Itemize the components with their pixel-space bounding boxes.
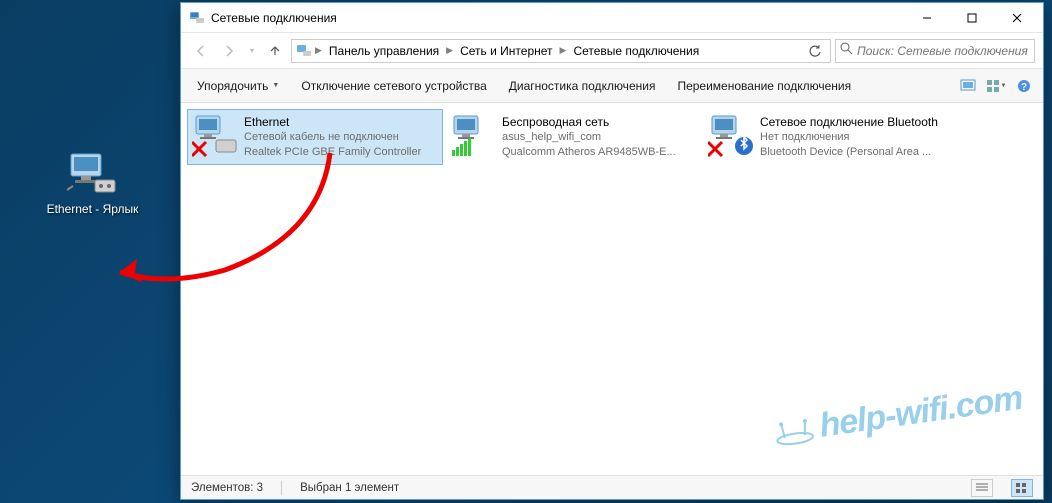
- minimize-button[interactable]: [904, 4, 949, 32]
- command-bar: Упорядочить▼ Отключение сетевого устройс…: [181, 69, 1043, 103]
- content-area[interactable]: Ethernet Сетевой кабель не подключен Rea…: [181, 103, 1043, 475]
- search-icon: [840, 42, 853, 60]
- refresh-button[interactable]: [804, 44, 826, 58]
- chevron-right-icon[interactable]: ▶: [445, 45, 454, 56]
- close-button[interactable]: [994, 4, 1039, 32]
- back-button[interactable]: [189, 39, 213, 63]
- ethernet-icon: [192, 114, 240, 158]
- item-device: Bluetooth Device (Personal Area ...: [760, 145, 954, 160]
- network-item-wifi[interactable]: Беспроводная сеть asus_help_wifi_com Qua…: [445, 109, 701, 165]
- item-device: Realtek PCIe GBE Family Controller: [244, 145, 438, 160]
- desktop-shortcut-ethernet[interactable]: Ethernet - Ярлык: [45, 150, 140, 216]
- watermark: help-wifi.com: [771, 379, 1024, 452]
- address-bar-row: ▾ ▶ Панель управления ▶ Сеть и Интернет …: [181, 33, 1043, 69]
- search-box[interactable]: [835, 39, 1035, 63]
- shortcut-label: Ethernet - Ярлык: [45, 202, 140, 216]
- breadcrumb-segment[interactable]: Сеть и Интернет: [456, 42, 556, 60]
- organize-button[interactable]: Упорядочить▼: [187, 75, 289, 97]
- diagnose-button[interactable]: Диагностика подключения: [499, 75, 666, 97]
- titlebar[interactable]: Сетевые подключения: [181, 3, 1043, 33]
- up-button[interactable]: [263, 39, 287, 63]
- explorer-window: Сетевые подключения ▾ ▶ Панель управлени…: [180, 2, 1044, 500]
- details-view-button[interactable]: [971, 479, 993, 497]
- change-view-button[interactable]: ▼: [983, 74, 1009, 98]
- address-bar[interactable]: ▶ Панель управления ▶ Сеть и Интернет ▶ …: [291, 39, 831, 63]
- network-adapter-icon: [65, 150, 121, 198]
- view-status-button[interactable]: [955, 74, 981, 98]
- maximize-button[interactable]: [949, 4, 994, 32]
- rename-button[interactable]: Переименование подключения: [667, 75, 861, 97]
- item-name: Сетевое подключение Bluetooth: [760, 115, 954, 130]
- search-input[interactable]: [857, 44, 1030, 58]
- help-button[interactable]: ?: [1011, 74, 1037, 98]
- network-item-bluetooth[interactable]: Сетевое подключение Bluetooth Нет подклю…: [703, 109, 959, 165]
- breadcrumb-segment[interactable]: Сетевые подключения: [569, 42, 703, 60]
- item-name: Ethernet: [244, 115, 438, 130]
- wifi-icon: [450, 114, 498, 158]
- breadcrumb-segment[interactable]: Панель управления: [325, 42, 443, 60]
- chevron-right-icon[interactable]: ▶: [314, 45, 323, 56]
- item-status: Сетевой кабель не подключен: [244, 130, 438, 145]
- bluetooth-icon: [708, 114, 756, 158]
- tiles-view-button[interactable]: [1011, 479, 1033, 497]
- item-status: Нет подключения: [760, 130, 954, 145]
- network-item-ethernet[interactable]: Ethernet Сетевой кабель не подключен Rea…: [187, 109, 443, 165]
- window-title: Сетевые подключения: [211, 11, 904, 25]
- svg-text:?: ?: [1021, 82, 1027, 93]
- chevron-right-icon[interactable]: ▶: [559, 45, 568, 56]
- selection-count: Выбран 1 элемент: [300, 482, 399, 494]
- item-status: asus_help_wifi_com: [502, 130, 696, 145]
- history-dropdown[interactable]: ▾: [245, 39, 259, 63]
- location-icon: [296, 43, 312, 59]
- disable-device-button[interactable]: Отключение сетевого устройства: [291, 75, 496, 97]
- item-name: Беспроводная сеть: [502, 115, 696, 130]
- status-bar: Элементов: 3 Выбран 1 элемент: [181, 475, 1043, 499]
- forward-button[interactable]: [217, 39, 241, 63]
- window-icon: [189, 10, 205, 26]
- item-device: Qualcomm Atheros AR9485WB-E...: [502, 145, 696, 160]
- item-count: Элементов: 3: [191, 482, 263, 494]
